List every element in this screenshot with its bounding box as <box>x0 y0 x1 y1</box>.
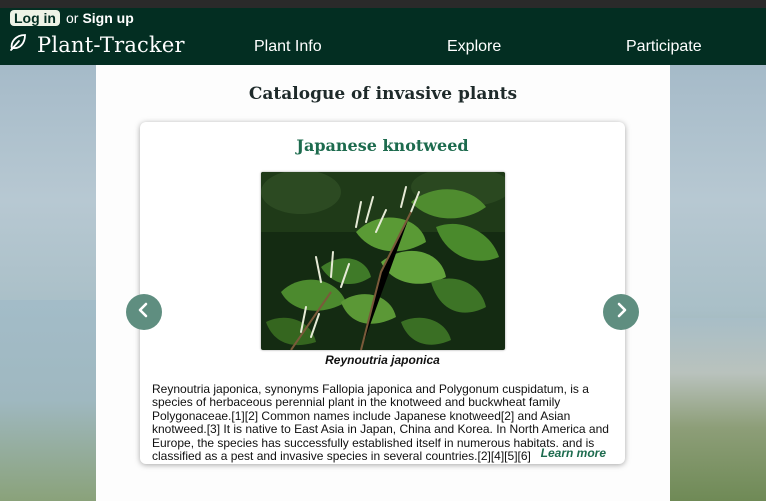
prev-button[interactable] <box>126 294 162 330</box>
chevron-right-icon <box>613 302 629 323</box>
page-title: Catalogue of invasive plants <box>248 84 518 104</box>
main-panel: Catalogue of invasive plants Japanese kn… <box>96 65 670 501</box>
plant-name: Japanese knotweed <box>296 136 469 155</box>
or-text: or <box>66 10 79 26</box>
next-button[interactable] <box>603 294 639 330</box>
site-header: Log in or Sign up Plant-Tracker Plant In… <box>0 8 766 65</box>
plant-description: Reynoutria japonica, synonyms Fallopia j… <box>152 383 618 463</box>
image-caption: Reynoutria japonica <box>325 353 440 367</box>
top-strip <box>0 0 766 8</box>
plant-card: Japanese knotweed Reynoutria japonica Re… <box>140 122 625 464</box>
learn-more-link[interactable]: Learn more <box>534 446 606 460</box>
nav-plant-info[interactable]: Plant Info <box>254 38 322 56</box>
login-button[interactable]: Log in <box>10 10 60 26</box>
plant-photo <box>261 172 505 350</box>
auth-links: Log in or Sign up <box>10 10 134 26</box>
background-scenery-left <box>0 300 96 501</box>
leaf-icon <box>8 32 28 57</box>
signup-link[interactable]: Sign up <box>82 10 133 26</box>
nav-participate[interactable]: Participate <box>626 38 702 56</box>
nav-explore[interactable]: Explore <box>447 38 501 56</box>
brand-logo[interactable]: Plant-Tracker <box>8 32 185 57</box>
chevron-left-icon <box>136 302 152 323</box>
brand-name: Plant-Tracker <box>37 32 185 57</box>
background-scenery-right <box>670 318 766 501</box>
